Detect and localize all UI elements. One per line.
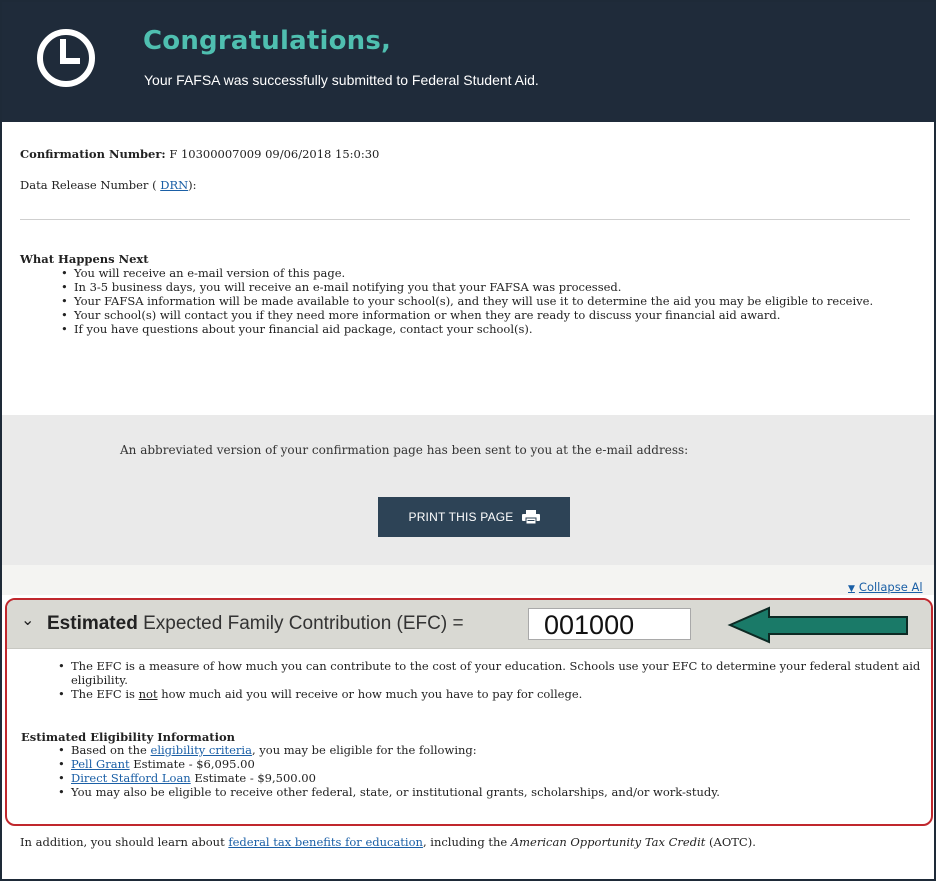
pell-grant-link[interactable]: Pell Grant [71, 757, 130, 771]
efc-label: Estimated Expected Family Contribution (… [47, 613, 464, 635]
page-subtitle: Your FAFSA was successfully submitted to… [144, 72, 539, 88]
efc-highlight-box: ⌄ Estimated Expected Family Contribution… [5, 598, 933, 826]
chevron-down-icon: ▼ [848, 584, 855, 594]
eligibility-heading: Estimated Eligibility Information [21, 730, 236, 744]
what-happens-next-list: You will receive an e-mail version of th… [54, 266, 914, 336]
data-release-number: Data Release Number ( DRN): [20, 178, 197, 192]
aotc-italic: American Opportunity Tax Credit [510, 835, 706, 849]
collapse-all-link[interactable]: ▼ Collapse Al [848, 580, 923, 594]
page-title: Congratulations, [143, 26, 392, 56]
list-item: In 3-5 business days, you will receive a… [54, 280, 914, 294]
efc-not-pre: The EFC is [71, 687, 139, 701]
what-happens-next-heading: What Happens Next [20, 252, 149, 266]
divider [20, 219, 910, 220]
efc-not-emphasis: not [138, 687, 158, 701]
list-item: The EFC is not how much aid you will rec… [51, 687, 927, 701]
list-item: Your school(s) will contact you if they … [54, 308, 914, 322]
clock-icon [37, 29, 95, 87]
email-notice-text: An abbreviated version of your confirmat… [120, 443, 689, 457]
addl-mid: , including the [422, 835, 511, 849]
print-page-button[interactable]: PRINT THIS PAGE [378, 497, 570, 537]
confirmation-number: Confirmation Number: F 10300007009 09/06… [20, 147, 379, 161]
stafford-estimate: Estimate - $9,500.00 [190, 771, 316, 785]
criteria-pre: Based on the [71, 743, 151, 757]
eligibility-list: Based on the eligibility criteria, you m… [51, 743, 927, 799]
pell-estimate: Estimate - $6,095.00 [129, 757, 255, 771]
list-item: Based on the eligibility criteria, you m… [51, 743, 927, 757]
addl-pre: In addition, you should learn about [20, 835, 229, 849]
list-item: You may also be eligible to receive othe… [51, 785, 927, 799]
efc-label-rest: Expected Family Contribution (EFC) = [137, 613, 464, 634]
print-button-label: PRINT THIS PAGE [408, 510, 514, 524]
printer-icon [521, 510, 540, 524]
confirmation-label: Confirmation Number: [20, 147, 166, 161]
efc-label-bold: Estimated [47, 613, 138, 634]
confirmation-page: Congratulations, Your FAFSA was successf… [0, 0, 936, 881]
direct-stafford-loan-link[interactable]: Direct Stafford Loan [71, 771, 191, 785]
left-arrow-icon [727, 606, 908, 644]
list-item: Your FAFSA information will be made avai… [54, 294, 914, 308]
drn-link[interactable]: DRN [160, 178, 188, 192]
collapse-all-label: Collapse Al [858, 580, 923, 594]
drn-suffix: ): [188, 178, 197, 192]
confirmation-value: F 10300007009 09/06/2018 15:0:30 [169, 147, 380, 161]
list-item: Direct Stafford Loan Estimate - $9,500.0… [51, 771, 927, 785]
efc-not-post: how much aid you will receive or how muc… [157, 687, 583, 701]
eligibility-criteria-link[interactable]: eligibility criteria [151, 743, 252, 757]
email-notice-panel [2, 415, 934, 565]
criteria-post: , you may be eligible for the following: [251, 743, 477, 757]
addl-post: (AOTC). [705, 835, 756, 849]
efc-value-box: 001000 [528, 608, 691, 640]
list-item: If you have questions about your financi… [54, 322, 914, 336]
list-item: The EFC is a measure of how much you can… [51, 659, 927, 687]
efc-info-list: The EFC is a measure of how much you can… [51, 659, 927, 701]
tax-benefits-link[interactable]: federal tax benefits for education [228, 835, 423, 849]
tax-benefits-note: In addition, you should learn about fede… [20, 835, 920, 849]
header-banner: Congratulations, Your FAFSA was successf… [2, 2, 934, 122]
list-item: You will receive an e-mail version of th… [54, 266, 914, 280]
list-item: Pell Grant Estimate - $6,095.00 [51, 757, 927, 771]
collapse-band [2, 565, 934, 595]
drn-prefix: Data Release Number ( [20, 178, 157, 192]
efc-accordion-header[interactable]: ⌄ Estimated Expected Family Contribution… [7, 600, 931, 649]
chevron-down-icon: ⌄ [21, 610, 35, 629]
